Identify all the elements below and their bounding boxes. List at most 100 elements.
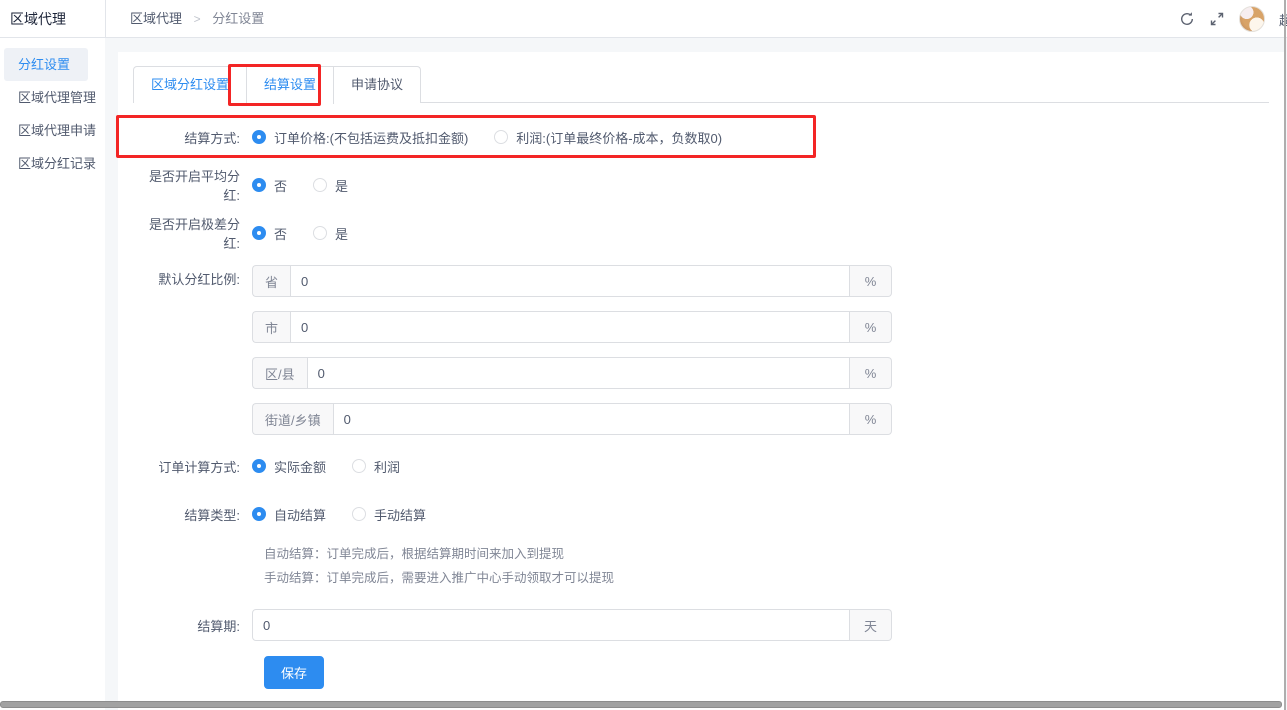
default-ratio-inputs: 省 % 市 % 区/县 % 街道/乡镇 — [252, 261, 892, 435]
radio-unselected-icon — [313, 178, 327, 192]
settings-card: 区域分红设置 结算设置 申请协议 结算方式: 订单价格:(不包括运费及抵扣金额)… — [118, 52, 1284, 710]
refresh-icon[interactable] — [1179, 11, 1195, 27]
radio-label: 手动结算 — [374, 505, 426, 524]
radio-unselected-icon — [494, 130, 508, 144]
input-prepend: 省 — [252, 265, 290, 297]
city-ratio-input[interactable] — [290, 311, 850, 343]
input-append-percent: % — [850, 403, 892, 435]
radio-unselected-icon — [313, 226, 327, 240]
sidebar-item-dividend-records[interactable]: 区域分红记录 — [4, 147, 88, 180]
save-row: 保存 — [252, 656, 1269, 689]
radio-selected-icon — [252, 459, 266, 473]
radio-order-price[interactable]: 订单价格:(不包括运费及抵扣金额) — [252, 128, 468, 147]
input-append-percent: % — [850, 311, 892, 343]
tab-application-agreement[interactable]: 申请协议 — [333, 66, 421, 103]
sidebar-item-label: 区域代理管理 — [18, 90, 96, 105]
horizontal-scrollbar-thumb[interactable] — [0, 701, 1282, 708]
sidebar: 分红设置 区域代理管理 区域代理申请 区域分红记录 — [0, 38, 105, 710]
ratio-input-group-street: 街道/乡镇 % — [252, 403, 892, 435]
breadcrumb-item-root[interactable]: 区域代理 — [130, 11, 182, 26]
row-settle-type: 结算类型: 自动结算 手动结算 — [133, 494, 1269, 534]
radio-label: 订单价格:(不包括运费及抵扣金额) — [274, 128, 468, 147]
sidebar-item-agent-management[interactable]: 区域代理管理 — [4, 81, 88, 114]
radio-range-yes[interactable]: 是 — [313, 224, 348, 243]
radio-range-no[interactable]: 否 — [252, 224, 287, 243]
ratio-input-group-district: 区/县 % — [252, 357, 892, 389]
range-dividend-options: 否 是 — [252, 224, 374, 243]
header-actions: 超级 — [1179, 0, 1287, 38]
breadcrumb-item-current: 分红设置 — [212, 11, 264, 26]
page: 区域代理 区域代理 > 分红设置 超级 分红设置 区域代理管理 区域代理申请 区… — [0, 0, 1287, 710]
fullscreen-icon[interactable] — [1209, 11, 1225, 27]
radio-manual-settle[interactable]: 手动结算 — [352, 505, 426, 524]
radio-unselected-icon — [352, 459, 366, 473]
auto-settle-helper: 自动结算：订单完成后，根据结算期时间来加入到提现 — [264, 542, 1269, 566]
radio-profit[interactable]: 利润:(订单最终价格-成本，负数取0) — [494, 128, 722, 147]
settlement-form: 结算方式: 订单价格:(不包括运费及抵扣金额) 利润:(订单最终价格-成本，负数… — [133, 103, 1269, 689]
province-ratio-input[interactable] — [290, 265, 850, 297]
range-dividend-label: 是否开启极差分红: — [133, 214, 240, 252]
settle-period-input[interactable] — [252, 609, 850, 641]
tab-region-dividend-settings[interactable]: 区域分红设置 — [133, 66, 247, 103]
settlement-method-label: 结算方式: — [133, 128, 240, 147]
radio-selected-icon — [252, 226, 266, 240]
radio-selected-icon — [252, 130, 266, 144]
radio-average-yes[interactable]: 是 — [313, 176, 348, 195]
input-append-days: 天 — [850, 609, 892, 641]
breadcrumb: 区域代理 > 分红设置 — [130, 0, 264, 38]
radio-label: 实际金额 — [274, 457, 326, 476]
ratio-input-group-province: 省 % — [252, 265, 892, 297]
top-header: 区域代理 区域代理 > 分红设置 超级 — [0, 0, 1287, 38]
radio-label: 是 — [335, 224, 348, 243]
ratio-input-group-city: 市 % — [252, 311, 892, 343]
radio-label: 是 — [335, 176, 348, 195]
input-prepend: 区/县 — [252, 357, 307, 389]
sidebar-item-dividend-settings[interactable]: 分红设置 — [4, 48, 88, 81]
tab-list: 区域分红设置 结算设置 申请协议 — [133, 66, 1269, 103]
tab-label: 结算设置 — [264, 77, 316, 92]
settle-period-label: 结算期: — [133, 616, 240, 635]
radio-average-no[interactable]: 否 — [252, 176, 287, 195]
settlement-method-options: 订单价格:(不包括运费及抵扣金额) 利润:(订单最终价格-成本，负数取0) — [252, 128, 748, 147]
sidebar-item-label: 区域代理申请 — [18, 123, 96, 138]
radio-label: 利润 — [374, 457, 400, 476]
input-append-percent: % — [850, 357, 892, 389]
row-settle-period: 结算期: 天 — [133, 609, 1269, 641]
settle-type-helpers: 自动结算：订单完成后，根据结算期时间来加入到提现 手动结算：订单完成后，需要进入… — [252, 542, 1269, 590]
radio-actual-amount[interactable]: 实际金额 — [252, 457, 326, 476]
input-append-percent: % — [850, 265, 892, 297]
settle-period-group: 天 — [252, 609, 892, 641]
row-default-ratio: 默认分红比例: 省 % 市 % 区/县 % — [133, 261, 1269, 435]
horizontal-scrollbar[interactable] — [0, 701, 1284, 709]
district-ratio-input[interactable] — [307, 357, 850, 389]
sidebar-item-agent-application[interactable]: 区域代理申请 — [4, 114, 88, 147]
street-ratio-input[interactable] — [333, 403, 850, 435]
tab-label: 申请协议 — [351, 77, 403, 92]
default-ratio-label: 默认分红比例: — [133, 261, 240, 288]
input-prepend: 市 — [252, 311, 290, 343]
row-range-dividend: 是否开启极差分红: 否 是 — [133, 213, 1269, 253]
save-button[interactable]: 保存 — [264, 656, 324, 689]
radio-label: 自动结算 — [274, 505, 326, 524]
manual-settle-helper: 手动结算：订单完成后，需要进入推广中心手动领取才可以提现 — [264, 566, 1269, 590]
user-avatar[interactable] — [1239, 6, 1265, 32]
row-settlement-method: 结算方式: 订单价格:(不包括运费及抵扣金额) 利润:(订单最终价格-成本，负数… — [133, 117, 1269, 157]
radio-label: 否 — [274, 224, 287, 243]
app-title: 区域代理 — [10, 0, 105, 38]
tab-settlement-settings[interactable]: 结算设置 — [246, 66, 334, 104]
tab-label: 区域分红设置 — [151, 77, 229, 92]
sidebar-item-label: 区域分红记录 — [18, 156, 96, 171]
tab-bar: 区域分红设置 结算设置 申请协议 — [133, 66, 1269, 103]
right-window-edge — [1284, 0, 1286, 710]
radio-selected-icon — [252, 507, 266, 521]
row-order-calc: 订单计算方式: 实际金额 利润 — [133, 446, 1269, 486]
breadcrumb-separator: > — [194, 12, 201, 26]
header-divider — [105, 0, 106, 38]
row-average-dividend: 是否开启平均分红: 否 是 — [133, 165, 1269, 205]
settle-type-options: 自动结算 手动结算 — [252, 505, 452, 524]
radio-unselected-icon — [352, 507, 366, 521]
radio-label: 利润:(订单最终价格-成本，负数取0) — [516, 128, 722, 147]
radio-auto-settle[interactable]: 自动结算 — [252, 505, 326, 524]
input-prepend: 街道/乡镇 — [252, 403, 333, 435]
radio-order-profit[interactable]: 利润 — [352, 457, 400, 476]
